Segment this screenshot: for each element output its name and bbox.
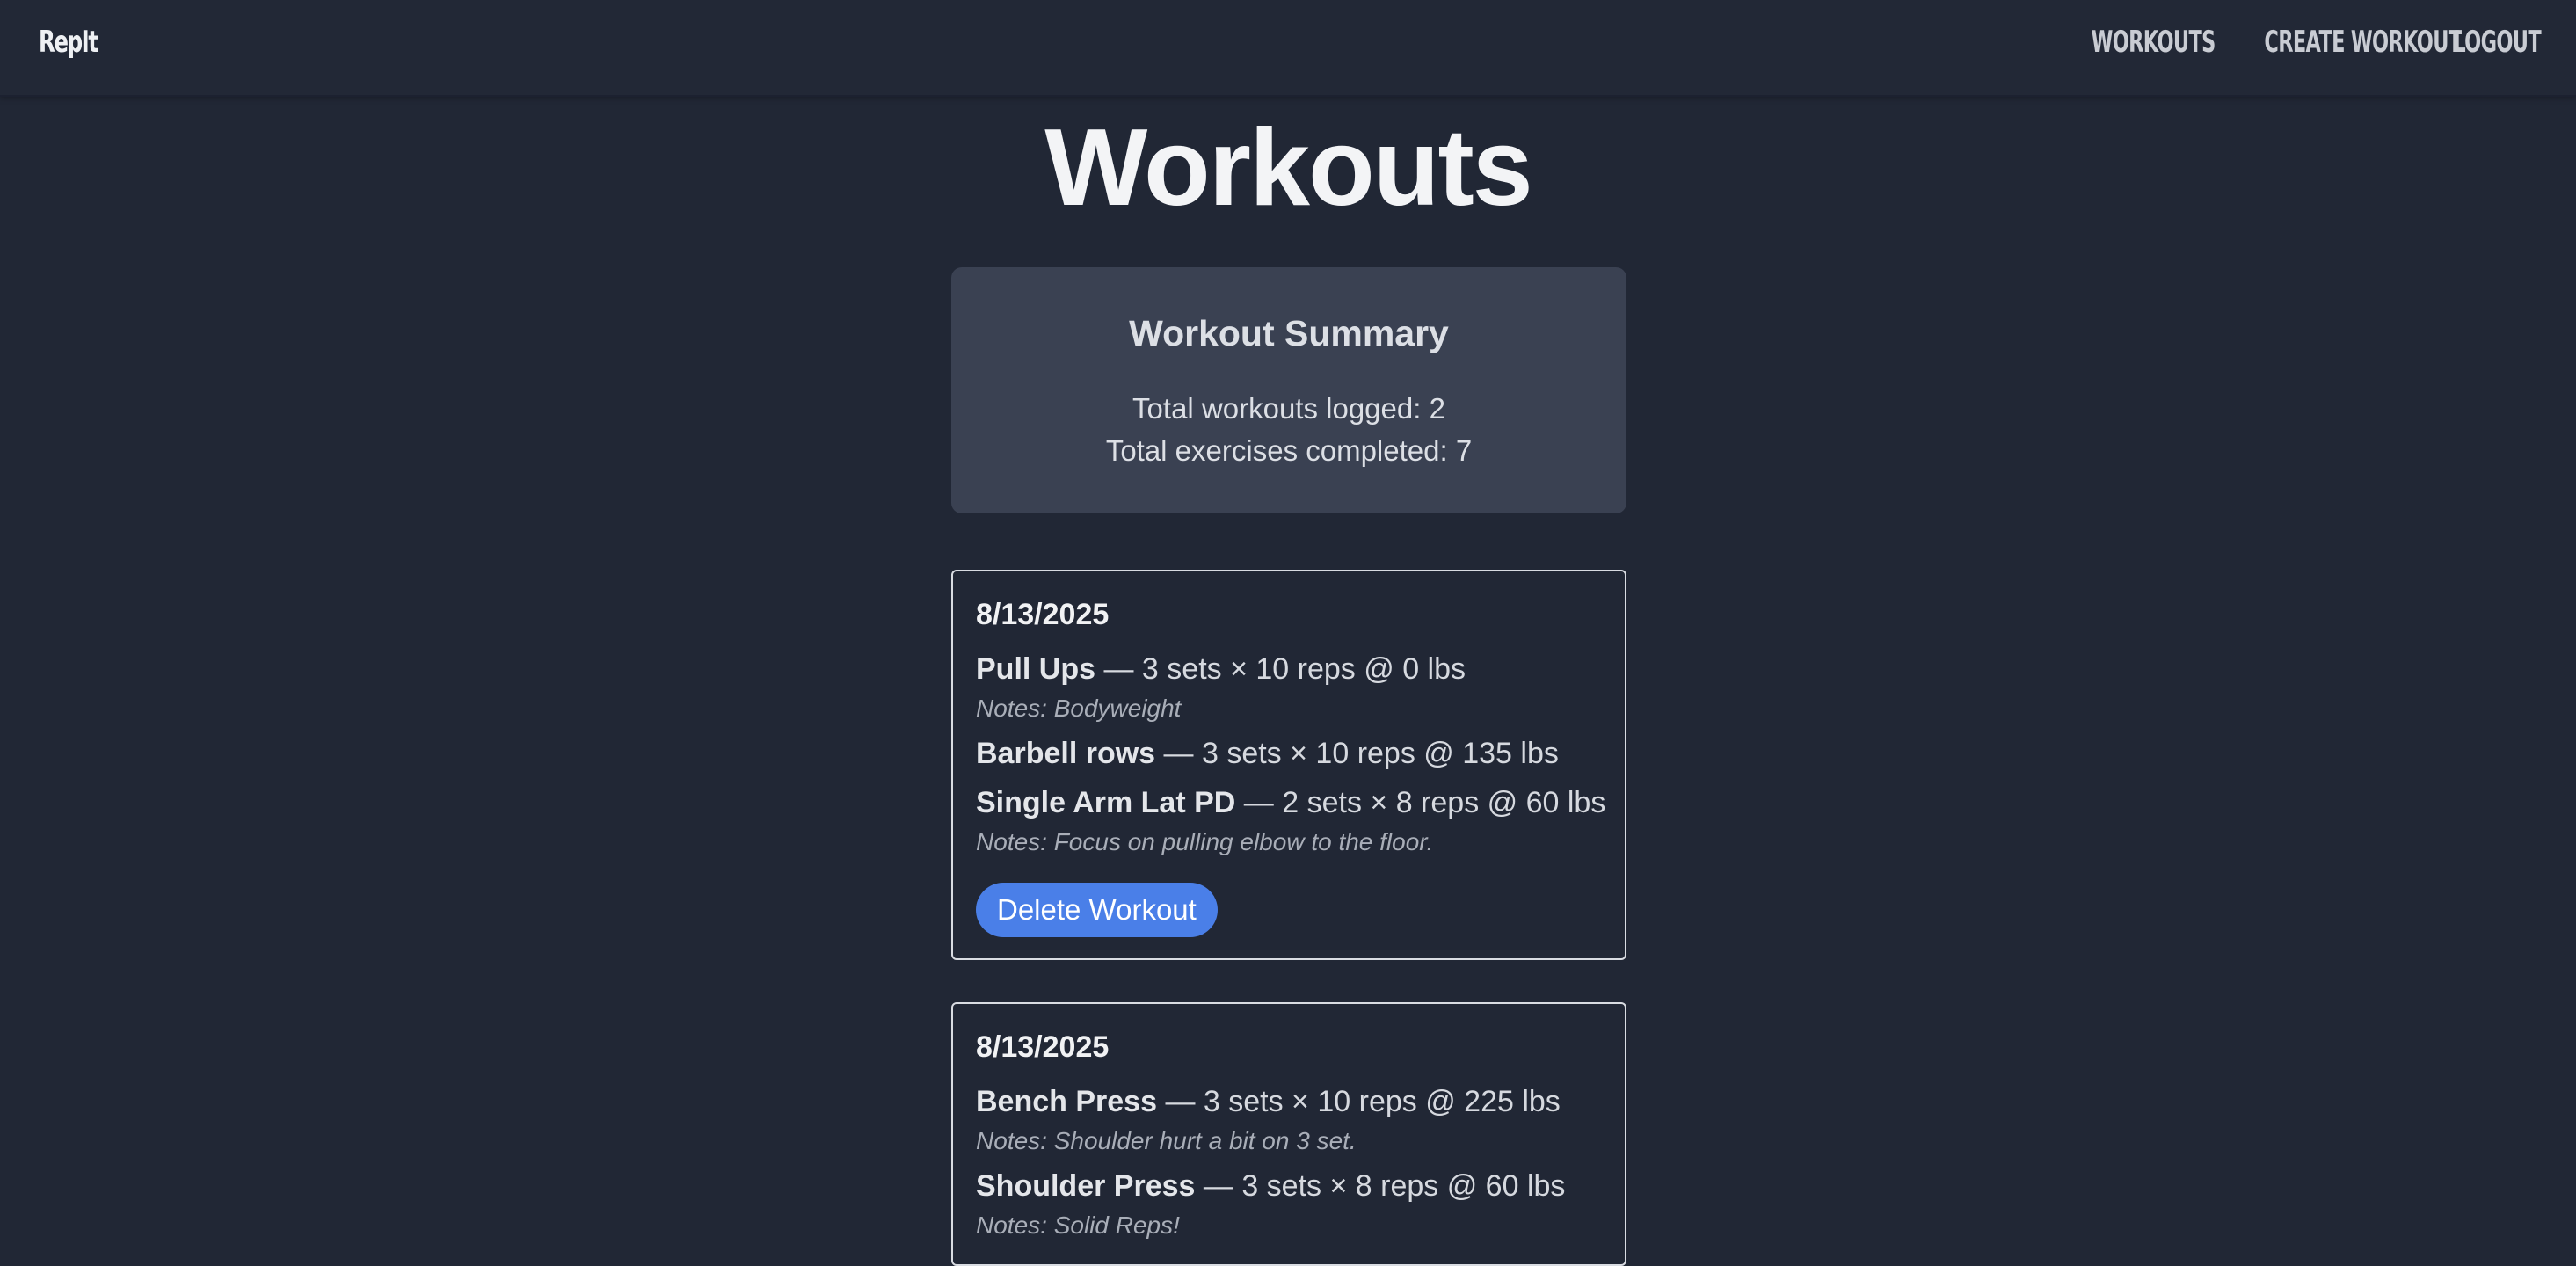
exercise-detail: — 3 sets × 10 reps @ 225 lbs	[1157, 1085, 1561, 1118]
nav-link-create-workout[interactable]: Create Workout	[2264, 25, 2462, 60]
workout-card: 8/13/2025 Pull Ups — 3 sets × 10 reps @ …	[951, 570, 1626, 960]
total-exercises-text: Total exercises completed: 7	[1105, 434, 1473, 467]
top-navbar: RepIt Workouts Create Workout Logout	[0, 0, 2576, 97]
exercise-detail: — 3 sets × 10 reps @ 135 lbs	[1155, 737, 1559, 770]
total-workouts-text: Total workouts logged: 2	[1132, 392, 1445, 425]
exercise-notes: Notes: Shoulder hurt a bit on 3 set.	[976, 1127, 1357, 1154]
workout-date: 8/13/2025	[976, 598, 1110, 631]
exercise-detail: — 3 sets × 10 reps @ 0 lbs	[1095, 652, 1466, 686]
exercise-item: Single Arm Lat PD — 2 sets × 8 reps @ 60…	[976, 786, 1605, 820]
workout-card: 8/13/2025 Bench Press — 3 sets × 10 reps…	[951, 1002, 1626, 1266]
nav-link-logout[interactable]: Logout	[2453, 25, 2541, 60]
exercise-name: Single Arm Lat PD	[976, 786, 1236, 819]
nav-links: Workouts Create Workout Logout	[2089, 25, 2542, 60]
nav-link-workouts[interactable]: Workouts	[2092, 25, 2216, 60]
summary-heading: Workout Summary	[1129, 313, 1449, 353]
exercise-item: Pull Ups — 3 sets × 10 reps @ 0 lbs	[976, 652, 1466, 687]
exercise-item: Shoulder Press — 3 sets × 8 reps @ 60 lb…	[976, 1169, 1565, 1204]
exercise-item: Bench Press — 3 sets × 10 reps @ 225 lbs	[976, 1085, 1561, 1119]
exercise-notes: Notes: Focus on pulling elbow to the flo…	[976, 828, 1434, 855]
brand-logo[interactable]: RepIt	[39, 25, 98, 60]
exercise-notes: Notes: Bodyweight	[976, 695, 1182, 722]
workout-date: 8/13/2025	[976, 1030, 1110, 1064]
exercise-notes: Notes: Solid Reps!	[976, 1211, 1180, 1239]
exercise-name: Bench Press	[976, 1085, 1157, 1118]
exercise-detail: — 2 sets × 8 reps @ 60 lbs	[1235, 786, 1606, 819]
exercise-name: Shoulder Press	[976, 1169, 1196, 1203]
exercise-detail: — 3 sets × 8 reps @ 60 lbs	[1195, 1169, 1566, 1203]
exercise-item: Barbell rows — 3 sets × 10 reps @ 135 lb…	[976, 737, 1559, 771]
page-title: Workouts	[1044, 107, 1533, 229]
exercise-name: Pull Ups	[976, 652, 1096, 686]
workout-summary-card: Workout Summary Total workouts logged: 2…	[951, 267, 1626, 513]
exercise-name: Barbell rows	[976, 737, 1156, 770]
delete-workout-button[interactable]: Delete Workout	[976, 883, 1218, 937]
